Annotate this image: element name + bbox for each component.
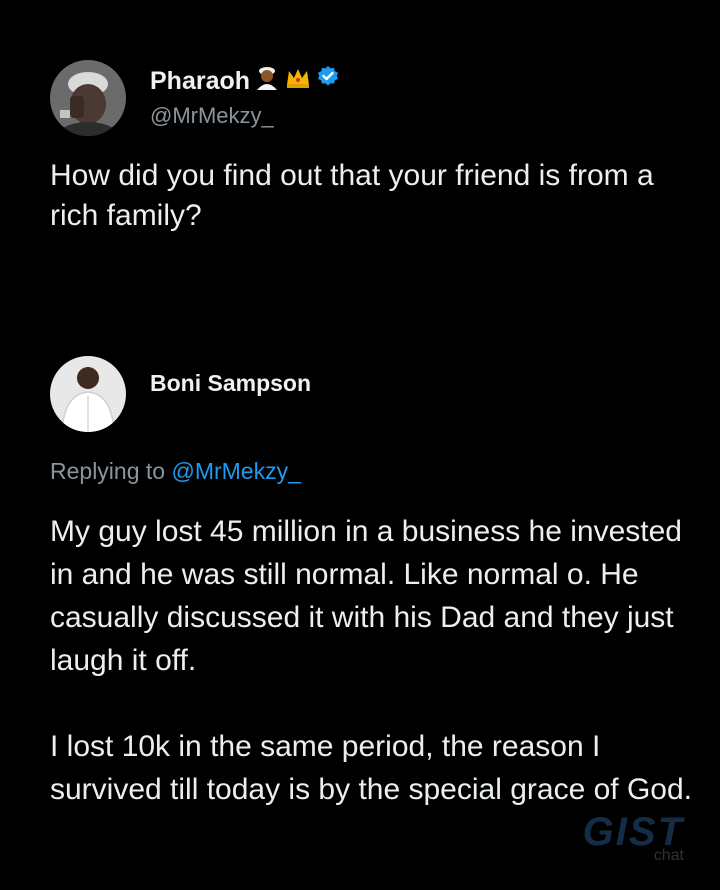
- reply-paragraph: My guy lost 45 million in a business he …: [50, 515, 682, 677]
- display-name[interactable]: Pharaoh: [150, 64, 340, 97]
- reply-paragraph: I lost 10k in the same period, the reaso…: [50, 730, 692, 806]
- mention-link[interactable]: @MrMekzy_: [171, 458, 300, 484]
- display-name-text[interactable]: Pharaoh: [150, 66, 250, 96]
- person-emoji-icon: [254, 64, 280, 97]
- replying-prefix: Replying to: [50, 458, 166, 484]
- handle[interactable]: @MrMekzy_: [150, 103, 340, 129]
- tweet-text: How did you find out that your friend is…: [50, 159, 654, 232]
- replying-to: Replying to @MrMekzy_: [50, 458, 301, 485]
- avatar[interactable]: [50, 356, 126, 432]
- display-name[interactable]: Boni Sampson: [150, 368, 311, 398]
- verified-badge-icon: [316, 65, 340, 96]
- reply-text: My guy lost 45 million in a business he …: [50, 510, 710, 854]
- display-name-text[interactable]: Boni Sampson: [150, 368, 311, 398]
- avatar[interactable]: [50, 60, 126, 136]
- crown-emoji-icon: [284, 65, 312, 96]
